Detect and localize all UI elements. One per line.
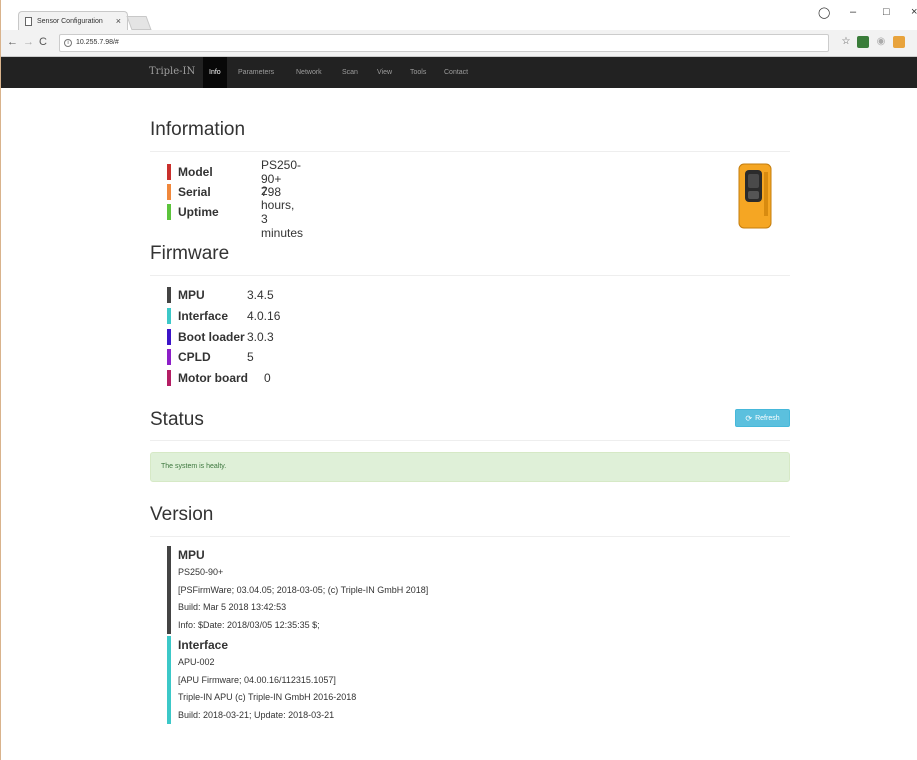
version-line: Info: $Date: 2018/03/05 12:35:35 $; — [178, 619, 320, 630]
version-line: Build: 2018-03-21; Update: 2018-03-21 — [178, 709, 335, 720]
fw-label: Motor board — [178, 370, 248, 385]
fw-label: MPU — [178, 287, 205, 302]
info-value: PS250-90+ — [261, 157, 302, 186]
star-icon[interactable]: ☆ — [840, 36, 852, 48]
url-text: 10.255.7.98/# — [76, 39, 119, 46]
fw-value: 3.4.5 — [247, 287, 274, 302]
close-window-button[interactable]: × — [911, 6, 917, 18]
version-block-mpu: MPU PS250-90+ [PSFirmWare; 03.04.05; 201… — [167, 546, 428, 634]
color-bar — [167, 163, 171, 180]
new-tab-button[interactable] — [126, 16, 152, 30]
document-icon — [25, 17, 32, 26]
status-heading: Status — [150, 409, 204, 430]
info-icon[interactable]: i — [64, 39, 72, 47]
nav-contact[interactable]: Contact — [438, 57, 474, 88]
refresh-label: Refresh — [755, 414, 780, 422]
info-value: 2 hours, 3 minutes — [261, 183, 304, 240]
refresh-icon: ⟳ — [745, 413, 753, 423]
nav-tools[interactable]: Tools — [404, 57, 432, 88]
browser-tab[interactable]: Sensor Configuration × — [18, 11, 128, 31]
fw-value: 4.0.16 — [247, 308, 281, 323]
divider — [150, 536, 790, 537]
nav-scan[interactable]: Scan — [336, 57, 364, 88]
title-bar: Sensor Configuration × ◯ – □ × — [1, 0, 917, 31]
reload-icon[interactable]: C — [39, 36, 47, 48]
divider — [150, 275, 790, 276]
nav-network[interactable]: Network — [290, 57, 328, 88]
status-alert: The system is healty. — [150, 452, 790, 482]
nav-view[interactable]: View — [371, 57, 398, 88]
info-row-serial: Serial 798 — [167, 183, 281, 200]
tab-close-button[interactable]: × — [116, 16, 121, 26]
color-bar — [167, 203, 171, 220]
extension-icon[interactable] — [857, 36, 869, 48]
color-bar — [167, 286, 171, 303]
version-line: PS250-90+ — [178, 567, 224, 577]
fw-row-mpu: MPU 3.4.5 — [167, 286, 274, 303]
version-block-interface: Interface APU-002 [APU Firmware; 04.00.1… — [167, 636, 356, 724]
color-bar — [167, 183, 171, 200]
version-line: [PSFirmWare; 03.04.05; 2018-03-05; (c) T… — [178, 584, 429, 595]
extension-icon-3[interactable] — [893, 36, 905, 48]
color-bar — [167, 369, 171, 386]
color-bar — [167, 348, 171, 365]
refresh-button[interactable]: ⟳ Refresh — [735, 409, 790, 427]
info-row-model: Model PS250-90+ — [167, 158, 301, 186]
divider — [150, 151, 790, 152]
nav-info[interactable]: Info — [203, 57, 227, 88]
version-line: Build: Mar 5 2018 13:42:53 — [178, 602, 287, 612]
url-input[interactable]: i 10.255.7.98/# — [59, 34, 829, 52]
info-label: Uptime — [178, 204, 219, 219]
firmware-heading: Firmware — [150, 243, 230, 264]
info-label: Serial — [178, 184, 211, 199]
tab-title: Sensor Configuration — [37, 18, 103, 25]
fw-row-motorboard: Motor board 0 — [167, 369, 271, 386]
version-title: MPU — [178, 548, 205, 562]
site-navbar: Triple-IN Info Parameters Network Scan V… — [1, 57, 917, 88]
version-line: [APU Firmware; 04.00.16/112315.1057] — [178, 674, 336, 685]
back-icon[interactable]: ← — [7, 36, 18, 48]
fw-label: CPLD — [178, 349, 211, 364]
version-line: APU-002 — [178, 657, 215, 667]
fw-value: 5 — [247, 349, 254, 364]
browser-window: Sensor Configuration × ◯ – □ × ← → C i 10… — [0, 0, 917, 760]
address-bar-row: ← → C i 10.255.7.98/# ☆ ◉ — [1, 30, 917, 57]
extension-icon-2[interactable]: ◉ — [875, 36, 887, 48]
fw-value: 3.0.3 — [247, 329, 274, 344]
divider — [150, 440, 790, 441]
nav-parameters[interactable]: Parameters — [232, 57, 280, 88]
version-heading: Version — [150, 504, 214, 525]
sensor-image — [738, 163, 772, 229]
forward-icon[interactable]: → — [23, 36, 34, 48]
fw-row-cpld: CPLD 5 — [167, 348, 254, 365]
version-title: Interface — [178, 638, 229, 652]
brand-link[interactable]: Triple-IN — [149, 66, 195, 77]
fw-row-bootloader: Boot loader 3.0.3 — [167, 328, 274, 345]
information-heading: Information — [150, 119, 246, 140]
fw-row-interface: Interface 4.0.16 — [167, 307, 280, 324]
minimize-button[interactable]: – — [850, 6, 856, 18]
maximize-button[interactable]: □ — [883, 6, 890, 18]
info-label: Model — [178, 164, 213, 179]
version-line: Triple-IN APU (c) Triple-IN GmbH 2016-20… — [178, 692, 357, 702]
status-message: The system is healty. — [161, 463, 227, 470]
color-bar — [167, 328, 171, 345]
fw-value: 0 — [264, 370, 271, 385]
info-row-uptime: Uptime 2 hours, 3 minutes — [167, 184, 303, 240]
account-icon[interactable]: ◯ — [818, 6, 830, 19]
fw-label: Boot loader — [178, 329, 245, 344]
fw-label: Interface — [178, 308, 229, 323]
color-bar — [167, 307, 171, 324]
